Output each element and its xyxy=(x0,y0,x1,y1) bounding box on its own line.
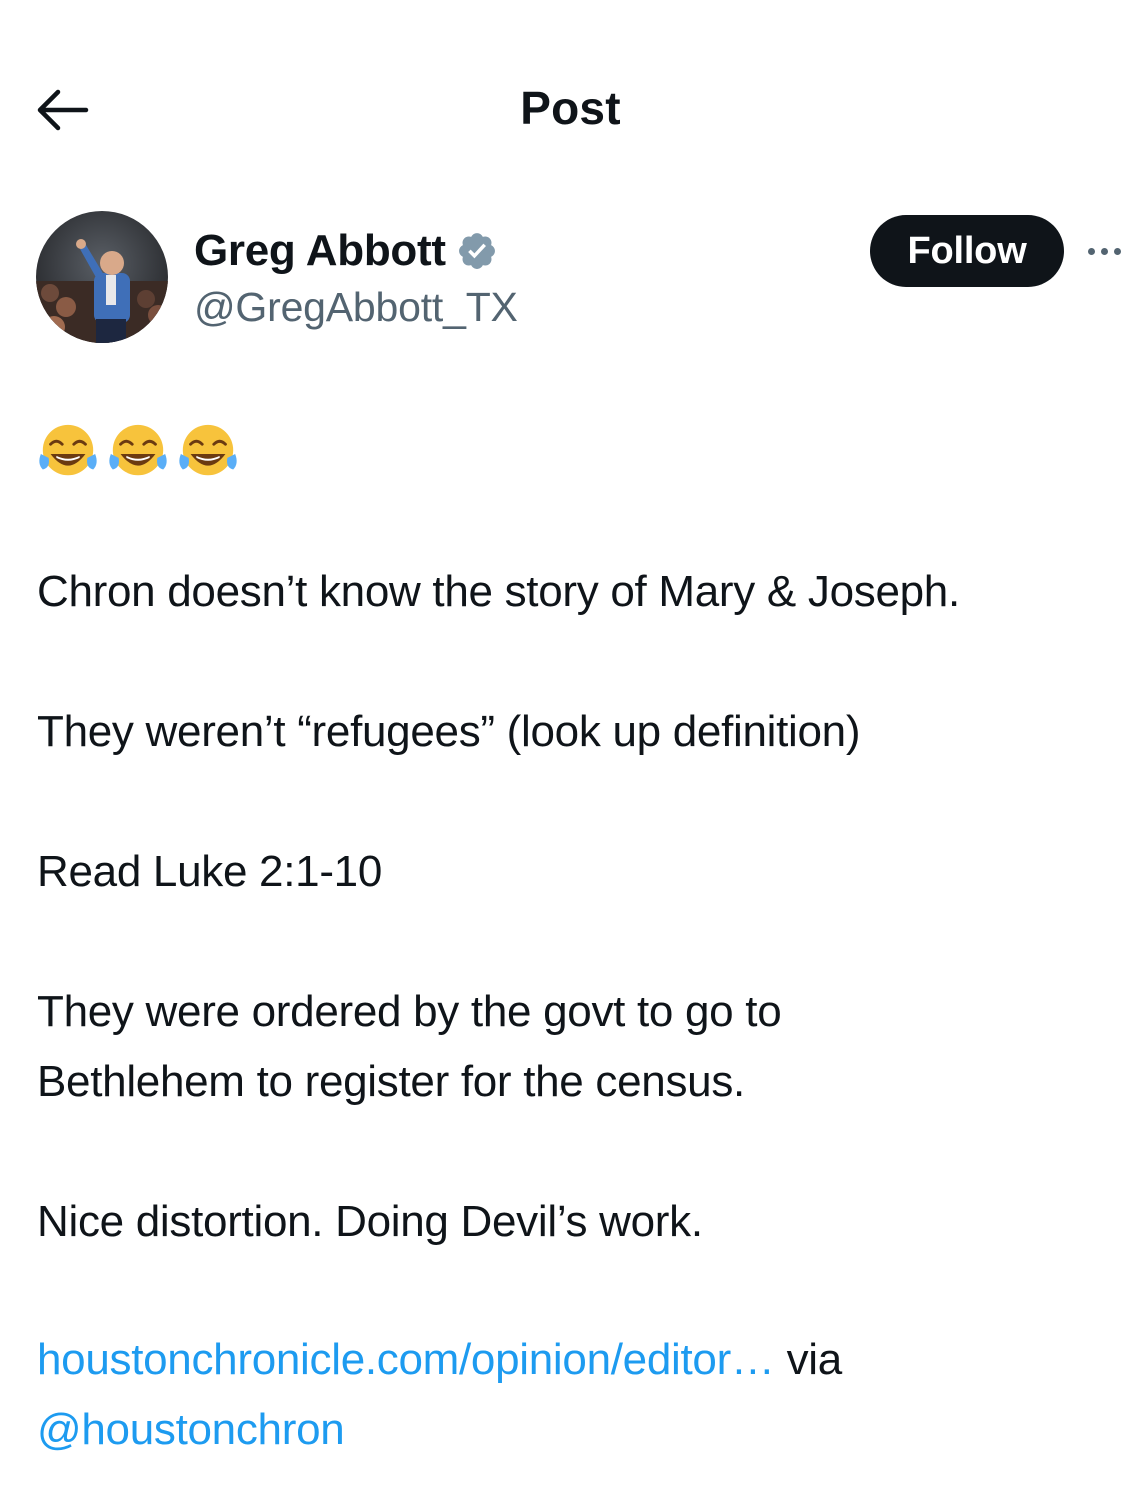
post-paragraph: Chron doesn’t know the story of Mary & J… xyxy=(37,567,960,616)
more-dot-icon xyxy=(1114,247,1121,255)
top-bar: Post xyxy=(0,0,1141,200)
author-name-line: Greg Abbott xyxy=(194,223,498,279)
post-paragraph: They were ordered by the govt to go to xyxy=(37,987,782,1036)
post-paragraph: Nice distortion. Doing Devil’s work. xyxy=(37,1197,703,1246)
link-line: houstonchronicle.com/opinion/editor… via xyxy=(37,1325,842,1395)
post-paragraph: Read Luke 2:1-10 xyxy=(37,847,383,896)
face-with-tears-of-joy-icon xyxy=(109,424,167,476)
post-text: Chron doesn’t know the story of Mary & J… xyxy=(37,420,1127,1454)
article-link[interactable]: houstonchronicle.com/opinion/editor… xyxy=(37,1335,775,1384)
post-paragraph: Bethlehem to register for the census. xyxy=(37,1057,745,1106)
mention-link[interactable]: @houstonchron xyxy=(37,1405,345,1454)
face-with-tears-of-joy-icon xyxy=(179,424,237,476)
more-options-button[interactable] xyxy=(1088,233,1141,269)
author-name[interactable]: Greg Abbott xyxy=(194,223,446,279)
emoji-row xyxy=(37,420,1127,484)
page-title: Post xyxy=(520,82,621,134)
post-paragraph: They weren’t “refugees” (look up definit… xyxy=(37,707,861,756)
avatar-photo-icon xyxy=(36,211,168,343)
author-row: Greg Abbott @GregAbbott_TX Follow xyxy=(0,205,1141,355)
avatar[interactable] xyxy=(36,211,168,343)
more-dot-icon xyxy=(1088,247,1095,255)
mention-line: @houstonchron xyxy=(37,1395,345,1465)
author-handle[interactable]: @GregAbbott_TX xyxy=(194,282,518,332)
verified-badge-icon xyxy=(458,233,495,269)
follow-button[interactable]: Follow xyxy=(870,215,1064,287)
post-page: Post Greg Abbott @GregAbbott_TX Follow C… xyxy=(0,0,1141,1510)
face-with-tears-of-joy-icon xyxy=(39,424,97,476)
via-text: via xyxy=(774,1335,843,1384)
more-dot-icon xyxy=(1101,247,1108,255)
